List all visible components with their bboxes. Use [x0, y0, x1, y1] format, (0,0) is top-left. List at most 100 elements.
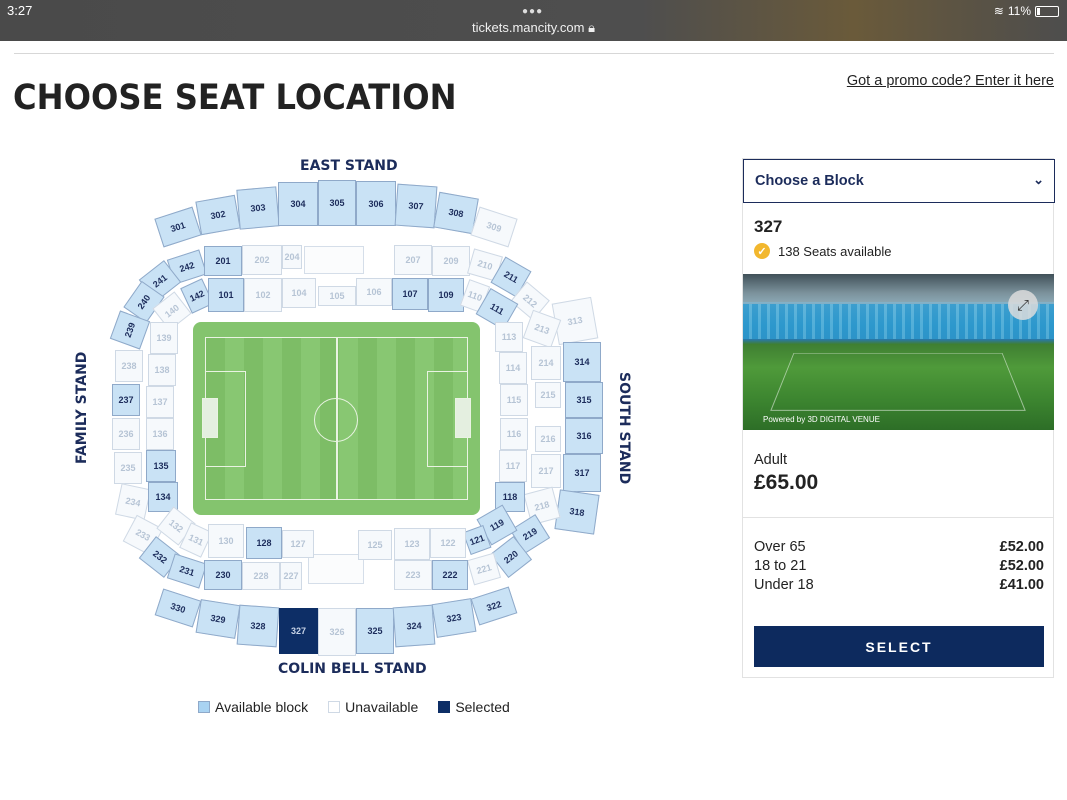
centre-circle — [314, 398, 358, 442]
block-207: 207 — [394, 245, 432, 275]
block-217: 217 — [531, 454, 561, 488]
goal-area-right — [455, 398, 471, 438]
block-318[interactable]: 318 — [554, 489, 600, 535]
more-dots-icon[interactable]: ●●● — [522, 6, 543, 17]
block-128[interactable]: 128 — [246, 527, 282, 559]
powered-by-text: Powered by 3D DIGITAL VENUE — [763, 415, 880, 424]
football-pitch — [193, 322, 480, 515]
block-117: 117 — [499, 450, 527, 482]
block-105: 105 — [318, 286, 356, 306]
price-divider — [743, 517, 1054, 518]
price-value: £52.00 — [999, 539, 1044, 555]
price-row: 18 to 21 £52.00 — [754, 558, 1044, 574]
lock-icon: 🔒︎ — [588, 20, 595, 35]
view-stands — [743, 304, 1054, 339]
available-swatch — [198, 701, 210, 713]
price-label: Under 18 — [754, 577, 814, 593]
block-101[interactable]: 101 — [208, 278, 244, 312]
block-130: 130 — [208, 524, 244, 558]
price-label: Over 65 — [754, 539, 806, 555]
block-327-selected[interactable]: 327 — [279, 608, 318, 654]
block-237[interactable]: 237 — [112, 384, 140, 416]
view-pitch-lines — [770, 352, 1026, 411]
block-305[interactable]: 305 — [318, 180, 356, 226]
block-113: 113 — [495, 322, 523, 352]
unavailable-swatch — [328, 701, 341, 713]
block-316[interactable]: 316 — [565, 418, 603, 454]
legend-available: Available block — [198, 699, 308, 715]
block-307[interactable]: 307 — [394, 183, 438, 229]
block-114: 114 — [499, 352, 527, 384]
select-button[interactable]: SELECT — [754, 626, 1044, 667]
concourse — [304, 246, 364, 274]
block-315[interactable]: 315 — [565, 382, 603, 418]
legend-selected-label: Selected — [455, 699, 510, 715]
check-icon: ✓ — [754, 243, 770, 259]
adult-price: £65.00 — [754, 471, 819, 494]
block-303[interactable]: 303 — [236, 186, 280, 230]
block-122: 122 — [430, 528, 466, 558]
expand-icon[interactable]: ⤢ — [1008, 290, 1038, 320]
promo-code-link[interactable]: Got a promo code? Enter it here — [847, 73, 1054, 89]
wifi-icon: ≋ — [993, 4, 1004, 18]
block-137: 137 — [146, 386, 174, 418]
block-135[interactable]: 135 — [146, 450, 176, 482]
block-104: 104 — [282, 278, 316, 308]
battery-icon — [1035, 5, 1059, 17]
block-202: 202 — [242, 245, 282, 275]
legend-unavailable-label: Unavailable — [345, 699, 419, 715]
legend-available-label: Available block — [215, 699, 309, 715]
block-139: 139 — [150, 322, 178, 354]
url-text: tickets.mancity.com — [472, 20, 585, 35]
block-317[interactable]: 317 — [563, 454, 601, 492]
block-230[interactable]: 230 — [204, 560, 242, 590]
choose-block-dropdown[interactable]: Choose a Block ⌄ — [743, 159, 1055, 203]
block-329[interactable]: 329 — [195, 599, 241, 639]
block-302[interactable]: 302 — [195, 194, 241, 236]
map-legend: Available block Unavailable Selected — [198, 699, 510, 715]
block-201[interactable]: 201 — [204, 246, 242, 276]
block-314[interactable]: 314 — [563, 342, 601, 382]
block-330[interactable]: 330 — [154, 588, 202, 628]
block-216: 216 — [535, 426, 561, 452]
block-231[interactable]: 231 — [166, 553, 208, 589]
block-328[interactable]: 328 — [236, 604, 280, 648]
block-304[interactable]: 304 — [278, 182, 318, 226]
legend-unavailable: Unavailable — [328, 699, 418, 715]
block-306[interactable]: 306 — [356, 181, 396, 226]
price-row: Over 65 £52.00 — [754, 539, 1044, 555]
stadium-view-image[interactable]: ⤢ Powered by 3D DIGITAL VENUE — [743, 274, 1054, 430]
price-label: 18 to 21 — [754, 558, 807, 574]
block-301[interactable]: 301 — [154, 206, 202, 248]
block-115: 115 — [500, 384, 528, 416]
block-209: 209 — [432, 246, 470, 276]
block-324[interactable]: 324 — [392, 604, 436, 648]
block-107[interactable]: 107 — [392, 278, 428, 310]
block-125: 125 — [358, 530, 392, 560]
battery-percent: 11% — [1007, 4, 1031, 18]
divider — [14, 53, 1054, 54]
block-236: 236 — [112, 418, 140, 450]
block-322[interactable]: 322 — [470, 586, 518, 626]
price-value: £52.00 — [999, 558, 1044, 574]
block-223: 223 — [394, 560, 432, 590]
colin-bell-stand-label: COLIN BELL STAND — [278, 661, 427, 677]
block-323[interactable]: 323 — [431, 598, 477, 638]
block-325[interactable]: 325 — [356, 608, 394, 654]
block-238: 238 — [115, 350, 143, 382]
battery-status: ≋ 11% — [994, 4, 1059, 18]
page-title: CHOOSE SEAT LOCATION — [13, 78, 457, 118]
price-row: Under 18 £41.00 — [754, 577, 1044, 593]
block-109[interactable]: 109 — [428, 278, 464, 312]
price-value: £41.00 — [999, 577, 1044, 593]
seats-available: ✓ 138 Seats available — [754, 243, 891, 259]
east-stand-label: EAST STAND — [300, 158, 398, 174]
block-214: 214 — [531, 346, 561, 380]
adult-label: Adult — [754, 452, 788, 468]
concourse — [308, 554, 364, 584]
block-127: 127 — [282, 530, 314, 558]
dropdown-label: Choose a Block — [755, 173, 864, 189]
url-bar[interactable]: tickets.mancity.com 🔒︎ — [0, 20, 1067, 36]
pitch-markings — [202, 337, 471, 500]
block-222[interactable]: 222 — [432, 560, 468, 590]
